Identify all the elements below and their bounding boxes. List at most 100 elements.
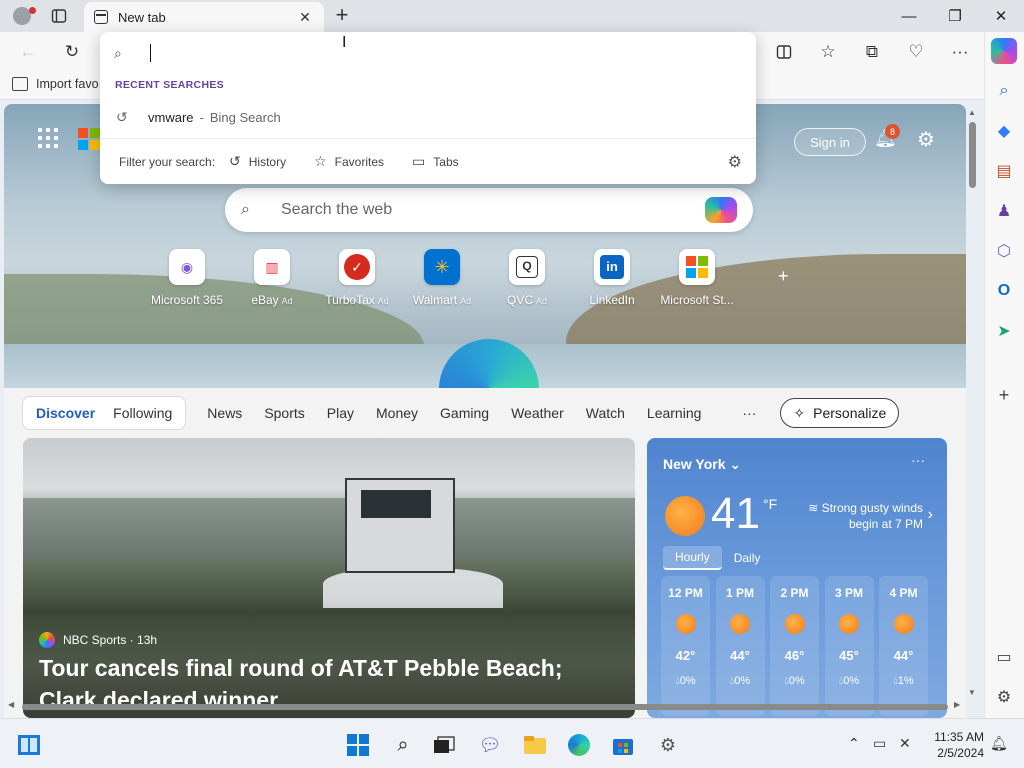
minimize-button[interactable]: — [886,0,932,32]
clock[interactable]: 11:35 AM 2/5/2024 [930,729,984,761]
hour-forecast[interactable]: 1 PM 44° 💧︎0% [715,576,765,716]
tab-daily[interactable]: Daily [722,546,773,570]
hour-precip: 0% [843,675,860,687]
tab-following[interactable]: Following [104,405,181,421]
drop-icon[interactable]: ➤ [993,320,1015,342]
tab-actions-icon[interactable] [48,6,70,26]
task-view-icon[interactable] [431,732,457,758]
games-icon[interactable]: ♟ [993,200,1015,222]
scroll-up-icon[interactable]: ▲ [967,108,977,117]
close-window-button[interactable]: ✕ [978,0,1024,32]
search-settings-icon[interactable]: ⚙ [728,152,742,172]
temperature-unit[interactable]: °F [763,496,777,512]
add-sidebar-app-icon[interactable]: + [993,384,1015,406]
app-launcher-icon[interactable] [38,128,58,148]
quick-link-turbotax[interactable]: ✓ TurboTax Ad [314,249,400,307]
performance-icon[interactable]: ♡ [902,38,930,66]
weather-location[interactable]: New York ⌄ [663,456,741,473]
chat-teams-icon[interactable]: 💬︎ [477,732,503,758]
quick-link-linkedin[interactable]: in LinkedIn [569,249,655,307]
weather-options-icon[interactable]: ··· [911,452,925,468]
microsoft-365-icon[interactable]: ⬡ [993,240,1015,262]
scroll-left-icon[interactable]: ◀ [8,700,14,709]
hour-forecast[interactable]: 2 PM 46° 💧︎0% [770,576,819,716]
horizontal-scrollbar[interactable]: ◀ ▶ [4,700,966,714]
restore-button[interactable]: ❐ [932,0,978,32]
profile-avatar-icon[interactable] [8,4,36,28]
start-windows-icon[interactable] [345,732,371,758]
scrollbar-thumb[interactable] [969,122,976,188]
hour-forecast[interactable]: 12 PM 42° 💧︎0% [661,576,710,716]
volume-muted-icon[interactable]: ✕ [899,735,911,752]
tab-learning[interactable]: Learning [636,405,713,421]
collections-icon[interactable]: ⧉ [858,38,886,66]
filter-history[interactable]: ↺ History [229,153,286,170]
add-quick-link-icon[interactable]: + [778,266,789,287]
history-icon: ↺ [116,108,128,125]
tab-hourly[interactable]: Hourly [663,546,722,570]
recent-search-item[interactable]: ↺ vmware - Bing Search [104,102,752,132]
tab-gaming[interactable]: Gaming [429,405,500,421]
weather-card[interactable]: New York ⌄ ··· 41 °F ≋ Strong gusty wind… [647,438,947,718]
personalize-label: Personalize [813,405,887,421]
quick-link-microsoft-365[interactable]: ◉ Microsoft 365 [144,249,230,307]
more-topics-button[interactable]: ··· [730,405,768,421]
filter-favorites[interactable]: ☆ Favorites [314,153,384,170]
tools-icon[interactable]: ▤ [993,160,1015,182]
hour-forecast[interactable]: 3 PM 45° 💧︎0% [824,576,874,716]
hide-sidebar-icon[interactable]: ▭ [993,646,1015,668]
filter-tabs[interactable]: ▭ Tabs [412,153,459,170]
refresh-icon[interactable]: ↻ [58,38,86,66]
outlook-icon[interactable]: O [993,280,1015,302]
scroll-right-icon[interactable]: ▶ [954,700,960,709]
copilot-icon[interactable] [991,38,1017,64]
hour-precip: 0% [679,675,696,687]
microsoft-store-icon[interactable] [610,732,636,758]
favorites-star-icon[interactable]: ☆ [814,38,842,66]
web-search-box[interactable]: ⌕ Search the web [225,188,753,232]
split-screen-icon[interactable] [770,38,798,66]
search-icon[interactable]: ⌕ [390,732,416,758]
tab-news[interactable]: News [196,405,253,421]
personalize-button[interactable]: ✧ Personalize [780,398,900,428]
network-icon[interactable]: ▭ [873,735,886,752]
quick-link-walmart[interactable]: ✳ Walmart Ad [399,249,485,307]
back-icon[interactable]: ← [14,38,42,66]
web-search-placeholder[interactable]: Search the web [269,201,705,219]
edge-browser-icon[interactable] [566,732,592,758]
page-settings-icon[interactable]: ⚙ [914,128,938,152]
tab-money[interactable]: Money [365,405,429,421]
quick-link-ebay[interactable]: ▥ eBay Ad [229,249,315,307]
tab-discover[interactable]: Discover [27,405,104,421]
quick-link-qvc[interactable]: Q QVC Ad [484,249,570,307]
copilot-icon[interactable] [705,197,737,223]
tab-sports[interactable]: Sports [253,405,315,421]
notification-center-icon[interactable]: 🔔︎ [990,735,1008,752]
weather-alert[interactable]: ≋ Strong gusty winds begin at 7 PM [793,500,923,532]
app-icon[interactable]: ⚙ [655,732,681,758]
sidebar-settings-icon[interactable]: ⚙ [993,686,1015,708]
sign-in-button[interactable]: Sign in [794,128,866,156]
top-story-card[interactable]: NBC Sports · 13h Tour cancels final roun… [23,438,635,718]
quick-link-microsoft-store[interactable]: Microsoft St... [654,249,740,307]
widgets-icon[interactable] [16,732,42,758]
show-hidden-icons-chevron-icon[interactable]: ⌃ [848,735,860,752]
search-icon[interactable]: ⌕ [993,80,1015,102]
address-bar-input[interactable]: ⌕ [114,40,742,66]
tab-weather[interactable]: Weather [500,405,575,421]
more-menu-icon[interactable]: ··· [946,38,974,66]
tab-play[interactable]: Play [316,405,365,421]
scroll-down-icon[interactable]: ▼ [967,688,977,697]
tab-watch[interactable]: Watch [575,405,636,421]
scrollbar-thumb[interactable] [22,704,948,710]
new-tab-button[interactable]: + [330,4,354,28]
tab-new-tab[interactable]: New tab ✕ [84,2,324,32]
file-explorer-icon[interactable] [522,732,548,758]
chevron-right-icon[interactable]: › [928,506,933,524]
vertical-scrollbar[interactable]: ▲ ▼ [966,104,978,700]
import-favorites-link[interactable]: Import favo [12,77,99,91]
close-tab-icon[interactable]: ✕ [296,9,314,26]
shopping-tag-icon[interactable]: ◆ [993,120,1015,142]
separator: - [199,109,204,125]
hour-forecast[interactable]: 4 PM 44° 💧︎1% [879,576,928,716]
